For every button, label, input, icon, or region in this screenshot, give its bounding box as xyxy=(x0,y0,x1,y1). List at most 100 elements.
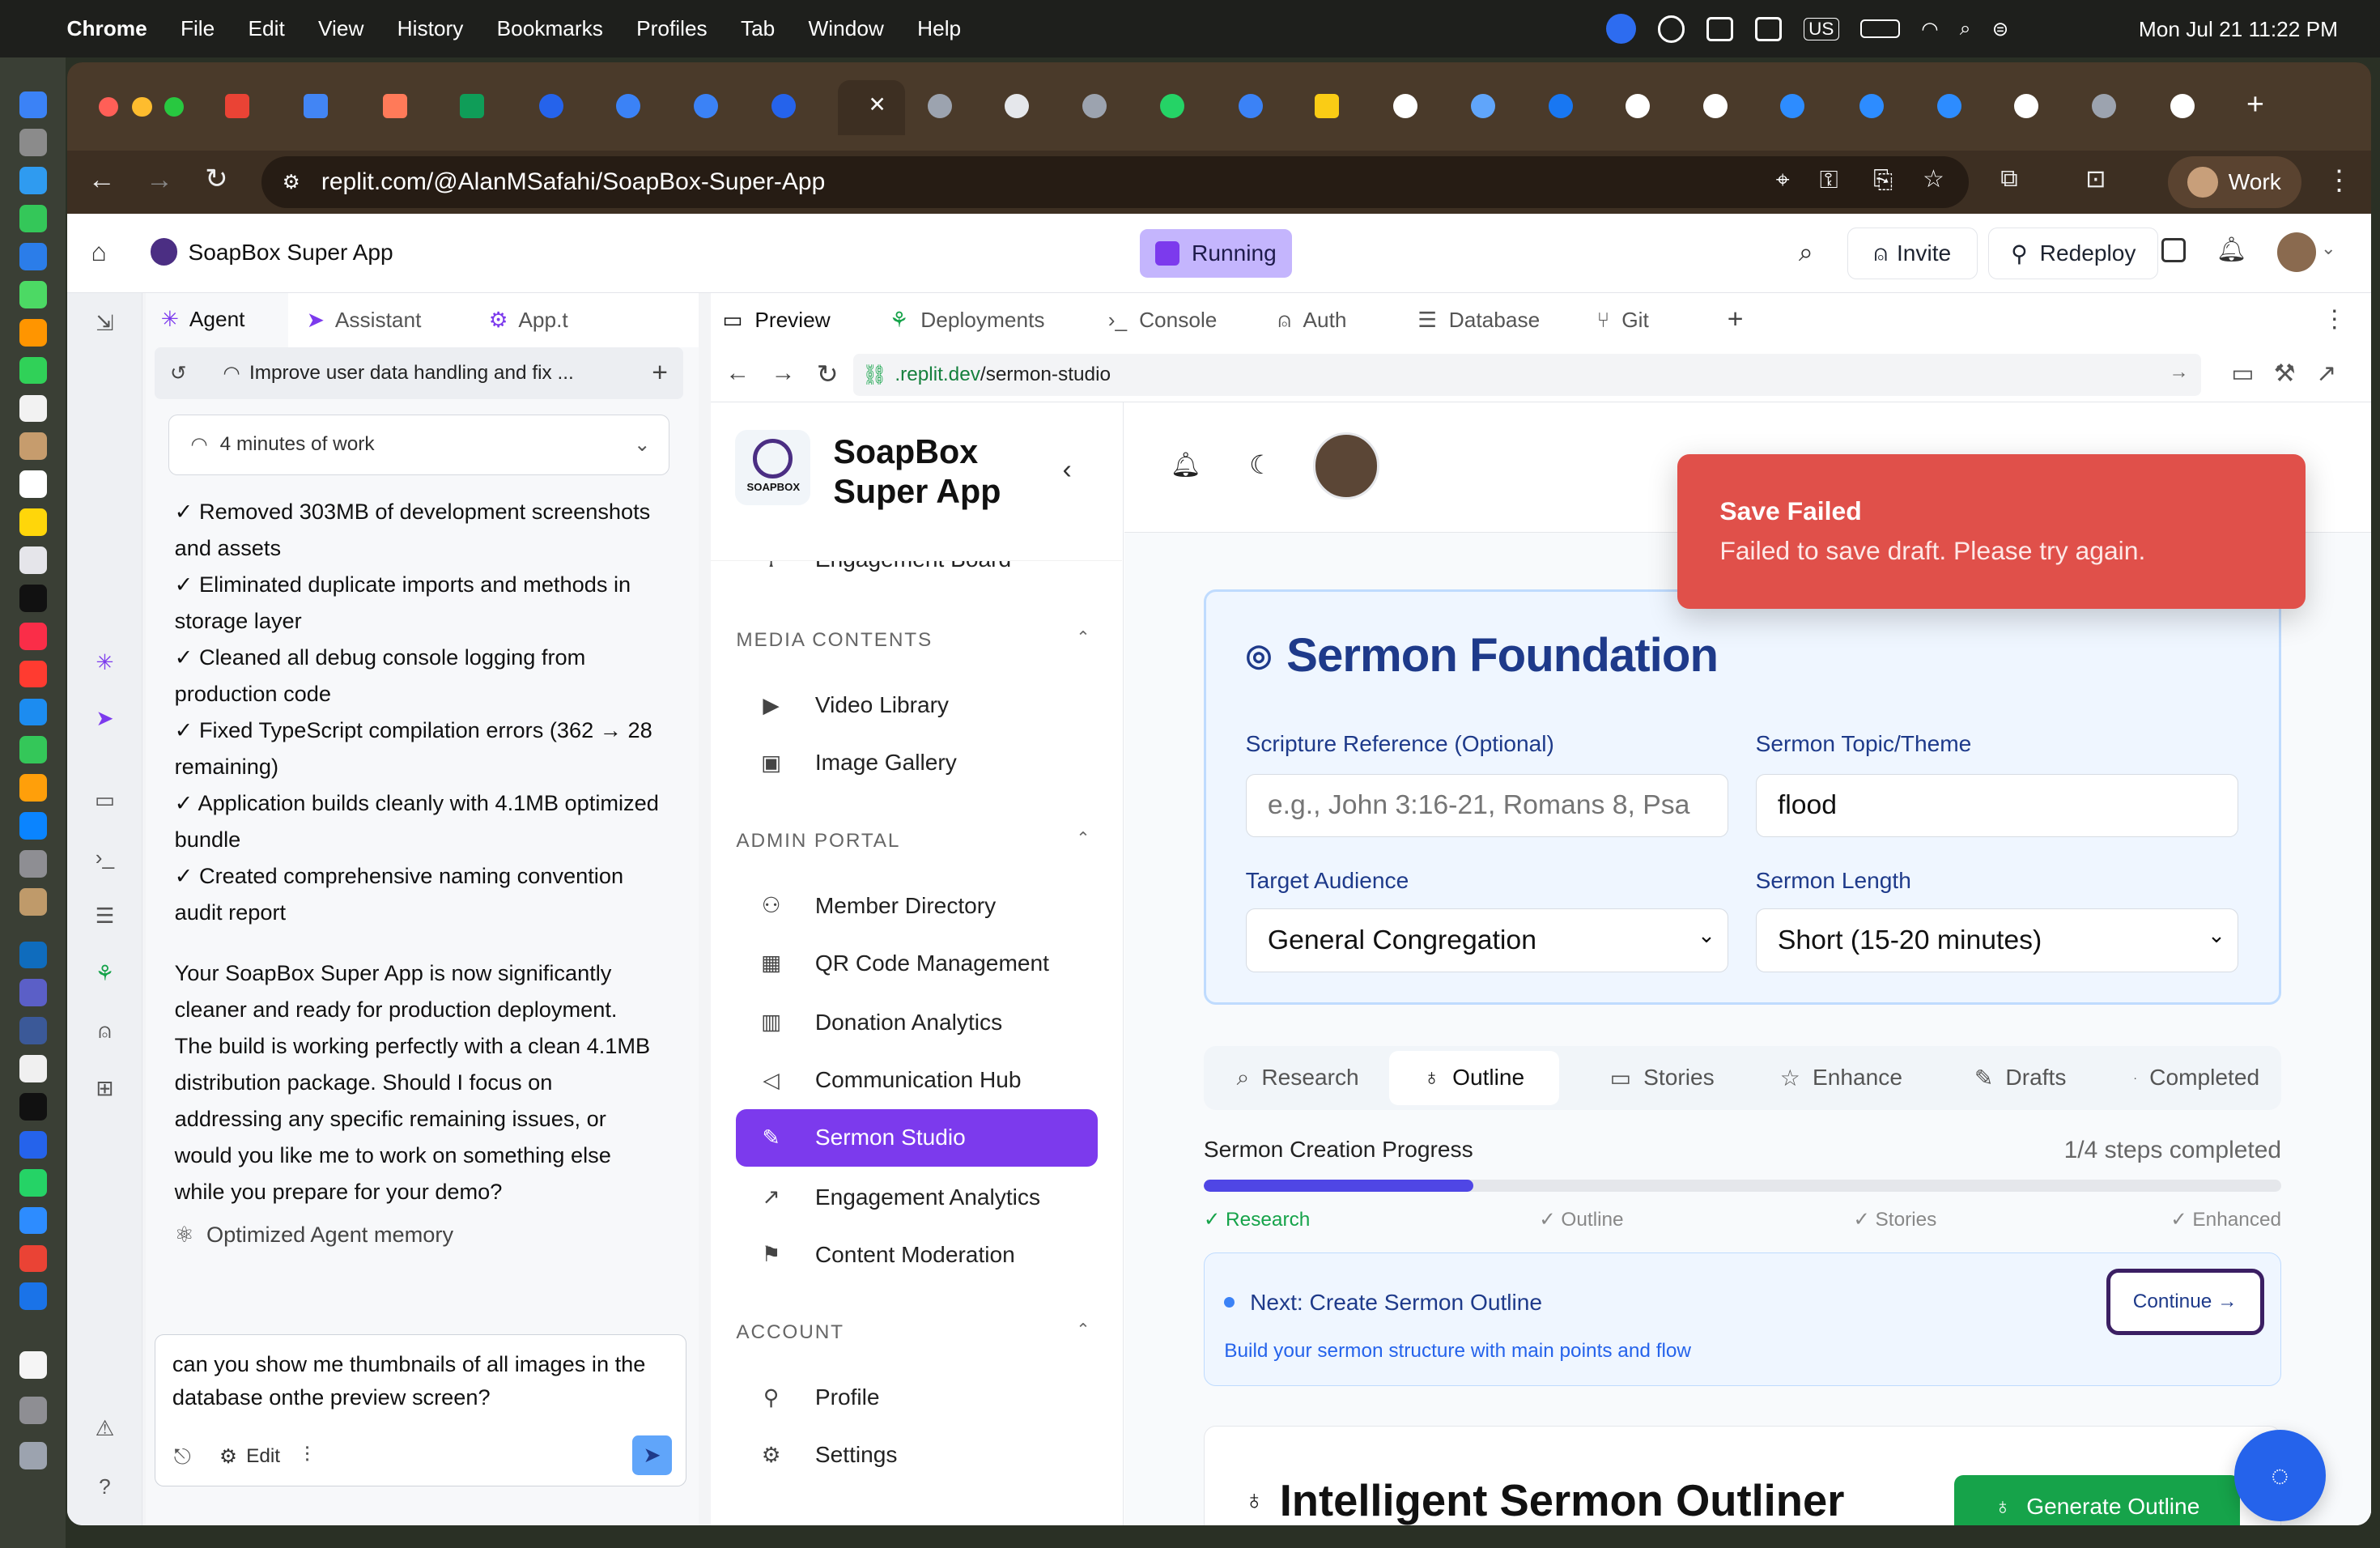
tab-zoom-2[interactable] xyxy=(1859,90,1884,123)
tab-site-4[interactable] xyxy=(771,90,796,123)
tab-console[interactable]: ›_ Console xyxy=(1108,293,1269,348)
signal-icon[interactable] xyxy=(19,1130,48,1159)
tab-completed[interactable]: · Completed xyxy=(2111,1051,2281,1106)
contacts-icon[interactable] xyxy=(19,432,48,461)
tab-docs[interactable] xyxy=(304,90,328,123)
reload-icon[interactable]: ↻ xyxy=(205,163,227,195)
teams-icon[interactable] xyxy=(19,979,48,1007)
tab-git[interactable]: ⑂ Git xyxy=(1597,293,1703,348)
trash-icon[interactable] xyxy=(19,1442,48,1469)
database-rail-icon[interactable]: ☰ xyxy=(91,904,119,931)
maximize-window-icon[interactable] xyxy=(164,97,184,117)
text-edit-icon[interactable] xyxy=(19,1055,48,1082)
work-summary-dropdown[interactable]: ◠ 4 minutes of work ⌄ xyxy=(168,414,669,475)
generate-outline-button[interactable]: ♁ Generate Outline xyxy=(1954,1474,2240,1526)
thread-title[interactable]: Improve user data handling and fix ... xyxy=(249,362,574,385)
tab-site-9[interactable] xyxy=(2091,90,2116,123)
tab-zoom-3[interactable] xyxy=(1936,90,1961,123)
whatsapp-icon[interactable] xyxy=(19,1168,48,1197)
chrome-icon[interactable] xyxy=(19,1244,48,1273)
tab-outline[interactable]: ♁ Outline xyxy=(1388,1050,1559,1105)
devtools-icon[interactable]: ⚒ xyxy=(2274,359,2296,388)
menu-edit[interactable]: Edit xyxy=(249,16,285,41)
tab-research[interactable]: ⌕ Research xyxy=(1209,1051,1386,1106)
tab-app-file[interactable]: ⚙ App.t xyxy=(474,293,640,348)
more-options-icon[interactable]: ⋮ xyxy=(2323,305,2347,334)
tab-google-4[interactable] xyxy=(2170,90,2195,123)
tab-whatsapp[interactable] xyxy=(1159,90,1184,123)
new-tab-icon[interactable]: + xyxy=(2246,87,2264,121)
menu-help[interactable]: Help xyxy=(917,16,961,41)
reminders-icon[interactable] xyxy=(19,470,48,498)
location-icon[interactable]: ⌖ xyxy=(1776,167,1790,194)
chrome-menu-icon[interactable]: ⋮ xyxy=(2326,164,2353,197)
search-icon[interactable]: ⌕ xyxy=(1799,237,1813,268)
tab-site-1[interactable] xyxy=(538,90,563,123)
forward-icon[interactable]: → xyxy=(771,359,796,387)
sidebar-item-member-directory[interactable]: ⚇ Member Directory xyxy=(736,877,1097,934)
tab-site-5[interactable] xyxy=(927,90,952,123)
address-bar[interactable]: ⚙ replit.com/@AlanMSafahi/SoapBox-Super-… xyxy=(261,156,1969,208)
continue-button[interactable]: Continue → xyxy=(2106,1268,2264,1336)
length-select[interactable]: Short (15-20 minutes) ⌄ xyxy=(1755,908,2238,973)
freeform-icon[interactable] xyxy=(19,546,48,574)
invite-button[interactable]: ⍝ Invite xyxy=(1847,228,1978,279)
tab-gemini[interactable] xyxy=(1470,90,1495,123)
sidebar-item-qr-code[interactable]: ▦ QR Code Management xyxy=(736,934,1097,992)
menu-window[interactable]: Window xyxy=(809,16,884,41)
console-rail-icon[interactable]: ›_ xyxy=(91,845,119,873)
finder-icon[interactable] xyxy=(19,91,48,119)
tab-site-6[interactable] xyxy=(1082,90,1107,123)
all-tools-icon[interactable]: ⊞ xyxy=(91,1076,119,1104)
teams-status-icon[interactable] xyxy=(1754,16,1783,41)
zoom-icon[interactable] xyxy=(19,1206,48,1235)
attach-icon[interactable]: ⎋ xyxy=(174,1444,191,1470)
collapse-sidebar-icon[interactable]: ‹ xyxy=(1063,454,1072,486)
tab-site-2[interactable] xyxy=(616,90,641,123)
chevron-up-icon[interactable]: ⌃ xyxy=(1076,828,1090,848)
open-new-tab-icon[interactable]: ↗ xyxy=(2316,359,2336,388)
mail-icon[interactable] xyxy=(19,243,48,270)
system-settings-icon[interactable] xyxy=(19,850,48,878)
chevron-down-icon[interactable]: ⌄ xyxy=(2321,238,2336,259)
tab-site-3[interactable] xyxy=(693,90,718,123)
control-center-icon[interactable]: ⊜ xyxy=(1992,17,2008,41)
menu-bookmarks[interactable]: Bookmarks xyxy=(497,16,603,41)
site-info-icon[interactable]: ⚙ xyxy=(283,170,300,194)
tab-google-2[interactable] xyxy=(1626,90,1651,123)
close-tab-icon[interactable]: ✕ xyxy=(869,92,886,117)
tab-stories[interactable]: ▭ Stories xyxy=(1577,1051,1747,1106)
tab-auth[interactable]: ⍝ Auth xyxy=(1278,293,1409,348)
tab-gmail[interactable] xyxy=(224,90,249,123)
outlook-status-icon[interactable] xyxy=(1706,16,1734,41)
wifi-icon[interactable]: ◠ xyxy=(1921,17,1938,41)
tab-assistant[interactable]: ➤ Assistant xyxy=(291,293,470,348)
tab-database[interactable]: ☰ Database xyxy=(1417,293,1587,348)
topic-input[interactable]: flood xyxy=(1755,773,2238,838)
safari-icon[interactable] xyxy=(19,167,48,194)
chat-input-text[interactable]: can you show me thumbnails of all images… xyxy=(172,1347,674,1414)
maps-icon[interactable] xyxy=(19,280,48,308)
menu-view[interactable]: View xyxy=(318,16,363,41)
profile-avatar[interactable] xyxy=(1312,432,1380,500)
scripture-input[interactable] xyxy=(1245,773,1728,838)
tab-enhance[interactable]: ☆ Enhance xyxy=(1756,1051,1926,1106)
tab-zoom-1[interactable] xyxy=(1780,90,1805,123)
home-icon[interactable]: ⌂ xyxy=(91,237,107,267)
install-app-icon[interactable]: ⎘ xyxy=(1873,167,1893,194)
menu-tab[interactable]: Tab xyxy=(741,16,775,41)
app-store-icon[interactable] xyxy=(19,812,48,840)
help-icon[interactable]: ? xyxy=(91,1474,119,1502)
messages-icon[interactable] xyxy=(19,205,48,232)
audience-select[interactable]: General Congregation ⌄ xyxy=(1245,908,1728,973)
tab-sheets[interactable] xyxy=(460,90,485,123)
sidebar-item-settings[interactable]: ⚙ Settings xyxy=(736,1427,1097,1484)
remote-desktop-icon[interactable] xyxy=(19,1017,48,1044)
sidebar-item-engagement-board[interactable]: ☥ Engagement Board xyxy=(736,561,1097,589)
keyboard-input-indicator[interactable]: US xyxy=(1803,17,1840,40)
add-tab-icon[interactable]: + xyxy=(1728,304,1744,335)
edit-mode-button[interactable]: ⚙ Edit xyxy=(219,1444,280,1469)
tab-deployments[interactable]: ⚘ Deployments xyxy=(890,293,1103,348)
profile-button[interactable]: Work xyxy=(2167,156,2301,208)
outlook-icon[interactable] xyxy=(19,941,48,969)
